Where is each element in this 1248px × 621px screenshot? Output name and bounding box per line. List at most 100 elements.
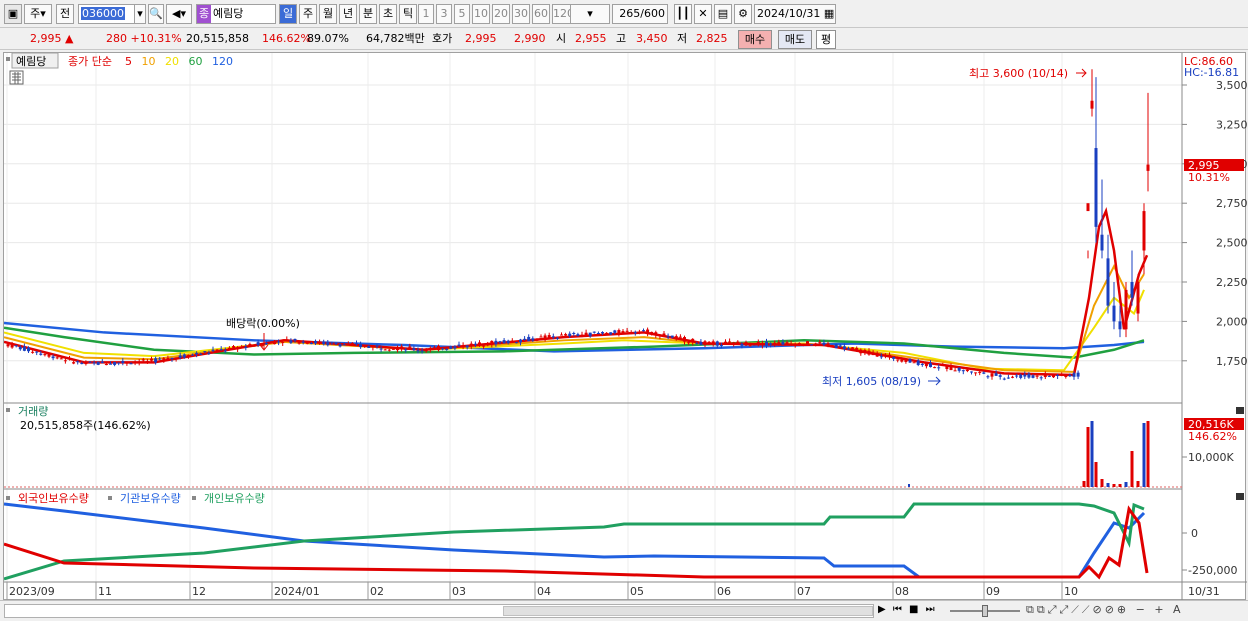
price-tick: 1,750 bbox=[1216, 355, 1247, 368]
scrollbar-thumb[interactable] bbox=[503, 606, 873, 616]
date-tick: 06 bbox=[717, 585, 731, 598]
volume-tick: 10,000K bbox=[1188, 451, 1234, 464]
current-price: 2,995 ▲ bbox=[30, 32, 74, 45]
holding-legend-2: 개인보유수량 bbox=[204, 492, 265, 505]
price-tick: 2,750 bbox=[1216, 197, 1247, 210]
stock-name: 예림당 bbox=[213, 7, 244, 20]
date-tick: 04 bbox=[537, 585, 551, 598]
minute-option-5[interactable]: 5 bbox=[454, 4, 470, 24]
holding-legend-0: 외국인보유수량 bbox=[18, 492, 89, 505]
scrollbar[interactable] bbox=[4, 604, 874, 618]
chart-area[interactable]: 예림당 종가 단순 5 10 20 60 120 3,5003,2503,000… bbox=[3, 52, 1247, 601]
date-tick: 09 bbox=[986, 585, 1000, 598]
high-annotation: 최고 3,600 (10/14) bbox=[969, 67, 1068, 80]
crosshair-icon[interactable]: ✕ bbox=[694, 4, 712, 24]
svg-text:5 10 20 60 120: 5 10 20 60 120 bbox=[125, 55, 233, 68]
date-tick: 10 bbox=[1064, 585, 1078, 598]
save-icon[interactable]: ▤ bbox=[714, 4, 732, 24]
open-label: 시 bbox=[556, 32, 567, 45]
date-tick: 05 bbox=[630, 585, 644, 598]
extra-select[interactable]: ▾ bbox=[570, 4, 610, 24]
minute-option-20[interactable]: 20 bbox=[492, 4, 510, 24]
stock-code-input[interactable]: 036000 bbox=[78, 4, 136, 24]
stock-name-box[interactable]: 종 예림당 bbox=[196, 4, 276, 24]
nav-buttons[interactable]: ▶ ⏮ ■ ⏭ bbox=[878, 604, 937, 615]
minute-option-30[interactable]: 30 bbox=[512, 4, 530, 24]
price-tick: 2,250 bbox=[1216, 276, 1247, 289]
date-input[interactable]: 2024/10/31 ▦ bbox=[754, 4, 836, 24]
price-tick: 3,500 bbox=[1216, 79, 1247, 92]
ask-label: 호가 bbox=[432, 32, 453, 45]
date-tick: 07 bbox=[797, 585, 811, 598]
volume-ratio: 146.62% bbox=[262, 32, 311, 45]
minute-option-10[interactable]: 10 bbox=[472, 4, 490, 24]
ma-legend-120: 120 bbox=[212, 55, 233, 68]
date-tick: 03 bbox=[452, 585, 466, 598]
ma-legend-20: 20 bbox=[165, 55, 183, 68]
holding-tick: 0 bbox=[1191, 527, 1198, 540]
prev-button[interactable]: 전 bbox=[56, 4, 74, 24]
minute-option-3[interactable]: 3 bbox=[436, 4, 452, 24]
high-label: 고 bbox=[616, 32, 627, 45]
price-change: 280 +10.31% bbox=[106, 32, 182, 45]
interval-0[interactable]: 일 bbox=[279, 4, 297, 24]
date-tick: 2023/09 bbox=[9, 585, 55, 598]
minute-option-1[interactable]: 1 bbox=[418, 4, 434, 24]
date-last: 10/31 bbox=[1188, 585, 1220, 598]
search-icon[interactable]: 🔍 bbox=[148, 4, 164, 24]
sell-button[interactable]: 매도 bbox=[778, 30, 812, 49]
ma-legend-10: 10 bbox=[142, 55, 160, 68]
date-tick: 02 bbox=[370, 585, 384, 598]
gear-icon[interactable]: ⚙ bbox=[734, 4, 752, 24]
eval-button[interactable]: 평 bbox=[816, 30, 836, 49]
stock-code-text: 036000 bbox=[81, 7, 125, 20]
trade-amount: 64,782백만 bbox=[366, 32, 425, 45]
date-tick: 2024/01 bbox=[274, 585, 320, 598]
date-tick: 08 bbox=[895, 585, 909, 598]
low-price: 2,825 bbox=[696, 32, 728, 45]
zoom-slider[interactable] bbox=[950, 604, 1020, 618]
legend-ma-prefix: 종가 단순 bbox=[68, 55, 112, 68]
price-tick: 2,500 bbox=[1216, 237, 1247, 250]
legend: 예림당 종가 단순 5 10 20 60 120 bbox=[6, 53, 233, 85]
interval-2[interactable]: 월 bbox=[319, 4, 337, 24]
calendar-icon[interactable]: ▦ bbox=[824, 7, 834, 20]
turnover: 89.07% bbox=[307, 32, 349, 45]
price-tick: 2,000 bbox=[1216, 315, 1247, 328]
high-price: 3,450 bbox=[636, 32, 668, 45]
holding-legend-1: 기관보유수량 bbox=[120, 492, 181, 505]
date-tick: 12 bbox=[192, 585, 206, 598]
bottom-bar: ▶ ⏮ ■ ⏭ ⧉⧉⤢⤢⟋⟋⊘⊘⊕ − + A bbox=[0, 600, 1248, 621]
minute-option-120[interactable]: 120 bbox=[552, 4, 574, 24]
legend-stock-name: 예림당 bbox=[16, 55, 46, 68]
count-total: /600 bbox=[640, 7, 665, 20]
current-change-tag: 10.31% bbox=[1188, 171, 1230, 184]
chart-settings-icon[interactable]: ▣ bbox=[4, 4, 22, 24]
holding-tick: -250,000 bbox=[1188, 564, 1237, 577]
volume: 20,515,858 bbox=[186, 32, 249, 45]
hc-label: HC:-16.81 bbox=[1184, 66, 1239, 79]
interval-4[interactable]: 분 bbox=[359, 4, 377, 24]
ma-legend-60: 60 bbox=[189, 55, 207, 68]
data-count-input[interactable]: 265/600 bbox=[612, 4, 668, 24]
sound-icon[interactable]: ◀▾ bbox=[166, 4, 192, 24]
interval-3[interactable]: 년 bbox=[339, 4, 357, 24]
date-tick: 11 bbox=[98, 585, 112, 598]
toolbar: ▣ 주▾ 전 036000 ▾ 🔍 ◀▾ 종 예림당 일주월년분초틱 1 3 5 10 2… bbox=[0, 0, 1248, 28]
period-type-select[interactable]: 주▾ bbox=[24, 4, 52, 24]
code-dropdown-icon[interactable]: ▾ bbox=[134, 4, 146, 24]
volume-ratio-tag: 146.62% bbox=[1188, 430, 1237, 443]
candle-icon[interactable]: ┃┃ bbox=[674, 4, 692, 24]
interval-6[interactable]: 틱 bbox=[399, 4, 417, 24]
dividend-annotation: 배당락(0.00%) bbox=[226, 317, 300, 330]
period-type-label: 주 bbox=[30, 7, 41, 20]
quote-bar: 2,995 ▲ 280 +10.31% 20,515,858 146.62% 8… bbox=[0, 28, 1248, 50]
interval-1[interactable]: 주 bbox=[299, 4, 317, 24]
ma-legend-5: 5 bbox=[125, 55, 136, 68]
buy-button[interactable]: 매수 bbox=[738, 30, 772, 49]
interval-5[interactable]: 초 bbox=[379, 4, 397, 24]
drawing-tools[interactable]: ⧉⧉⤢⤢⟋⟋⊘⊘⊕ − + A bbox=[1026, 603, 1184, 617]
volume-value: 20,515,858주(146.62%) bbox=[20, 419, 151, 432]
minute-option-60[interactable]: 60 bbox=[532, 4, 550, 24]
stock-tag: 종 bbox=[197, 5, 211, 23]
